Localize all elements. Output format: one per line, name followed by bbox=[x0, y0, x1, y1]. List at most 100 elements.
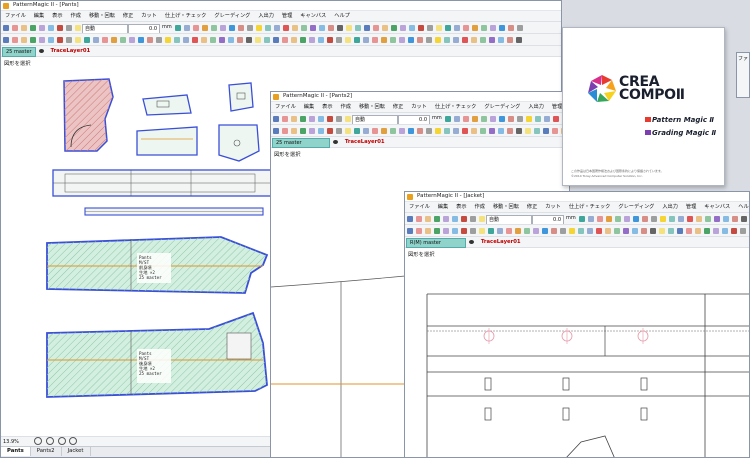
menu-item[interactable]: グレーディング bbox=[210, 11, 254, 21]
toolbar-tool-icon[interactable] bbox=[676, 227, 683, 234]
toolbar-tool-icon[interactable] bbox=[622, 227, 629, 234]
toolbar-tool-icon[interactable] bbox=[20, 24, 27, 31]
toolbar-tool-icon[interactable] bbox=[642, 215, 649, 222]
toolbar-tool-icon[interactable] bbox=[400, 24, 407, 31]
back-pocket-piece[interactable] bbox=[218, 124, 260, 162]
toolbar-tool-icon[interactable] bbox=[182, 36, 189, 43]
toolbar-tool-icon[interactable] bbox=[532, 227, 539, 234]
toolbar-tool-icon[interactable] bbox=[451, 215, 458, 222]
toolbar-tool-icon[interactable] bbox=[604, 227, 611, 234]
toolbar-tool-icon[interactable] bbox=[380, 36, 387, 43]
toolbar-tool-icon[interactable] bbox=[371, 36, 378, 43]
small-piece-2[interactable] bbox=[228, 82, 254, 112]
toolbar-tool-icon[interactable] bbox=[559, 227, 566, 234]
document-tab[interactable]: Pants2 bbox=[31, 447, 62, 456]
toolbar-tool-icon[interactable] bbox=[517, 115, 524, 122]
toolbar-tool-icon[interactable] bbox=[65, 24, 72, 31]
toolbar-tool-icon[interactable] bbox=[678, 215, 685, 222]
toolbar-tool-icon[interactable] bbox=[508, 115, 515, 122]
menu-item[interactable]: 入出力 bbox=[254, 11, 278, 21]
toolbar-tool-icon[interactable] bbox=[283, 24, 290, 31]
window-title-bar[interactable]: PatternMagic II - [Jacket] bbox=[405, 192, 749, 202]
toolbar-tool-icon[interactable] bbox=[526, 115, 533, 122]
toolbar-tool-icon[interactable] bbox=[398, 36, 405, 43]
toolbar-tool-icon[interactable] bbox=[335, 115, 342, 122]
toolbar-tool-icon[interactable] bbox=[427, 24, 434, 31]
toolbar-tool-icon[interactable] bbox=[317, 127, 324, 134]
toolbar-tool-icon[interactable] bbox=[694, 227, 701, 234]
toolbar-tool-icon[interactable] bbox=[290, 127, 297, 134]
toolbar-tool-icon[interactable] bbox=[353, 127, 360, 134]
layer-eye-icon[interactable] bbox=[333, 140, 339, 144]
toolbar-tool-icon[interactable] bbox=[2, 24, 9, 31]
toolbar-tool-icon[interactable] bbox=[597, 215, 604, 222]
toolbar-tool-icon[interactable] bbox=[382, 24, 389, 31]
toolbar-tool-icon[interactable] bbox=[461, 36, 468, 43]
toolbar-tool-icon[interactable] bbox=[265, 24, 272, 31]
toolbar-tool-icon[interactable] bbox=[193, 24, 200, 31]
toolbar-tool-icon[interactable] bbox=[229, 24, 236, 31]
toolbar-tool-icon[interactable] bbox=[146, 36, 153, 43]
toolbar-tool-icon[interactable] bbox=[301, 24, 308, 31]
toolbar-tool-icon[interactable] bbox=[445, 115, 452, 122]
pattern-canvas[interactable]: Pants M/ST 前身頃生地 ×2 25 master Pants M/ST 後身頃生… bbox=[1, 67, 273, 424]
toolbar-tool-icon[interactable] bbox=[308, 36, 315, 43]
zoom-all-icon[interactable] bbox=[69, 437, 78, 445]
toolbar-tool-icon[interactable] bbox=[409, 24, 416, 31]
toolbar-tool-icon[interactable] bbox=[281, 127, 288, 134]
toolbar-tool-icon[interactable] bbox=[568, 227, 575, 234]
toolbar-tool-icon[interactable] bbox=[29, 36, 36, 43]
toolbar-tool-icon[interactable] bbox=[696, 215, 703, 222]
toolbar-tool-icon[interactable] bbox=[364, 24, 371, 31]
master-select[interactable]: 25 master bbox=[2, 47, 36, 57]
toolbar-tool-icon[interactable] bbox=[326, 115, 333, 122]
toolbar-tool-icon[interactable] bbox=[335, 127, 342, 134]
toolbar-tool-icon[interactable] bbox=[47, 24, 54, 31]
toolbar-tool-icon[interactable] bbox=[128, 36, 135, 43]
toolbar-tool-icon[interactable] bbox=[254, 36, 261, 43]
layer-eye-icon[interactable] bbox=[39, 49, 45, 53]
toolbar-tool-icon[interactable] bbox=[442, 227, 449, 234]
toolbar-tool-icon[interactable] bbox=[551, 127, 558, 134]
toolbar-tool-icon[interactable] bbox=[463, 115, 470, 122]
toolbar-tool-icon[interactable] bbox=[469, 227, 476, 234]
toolbar-tool-icon[interactable] bbox=[470, 36, 477, 43]
toolbar-tool-icon[interactable] bbox=[595, 227, 602, 234]
zoom-out-icon[interactable] bbox=[46, 437, 55, 445]
menu-item[interactable]: 作成 bbox=[471, 202, 489, 212]
toolbar-tool-icon[interactable] bbox=[391, 24, 398, 31]
toolbar-tool-icon[interactable] bbox=[481, 115, 488, 122]
toolbar-tool-icon[interactable] bbox=[2, 36, 9, 43]
toolbar-tool-icon[interactable] bbox=[550, 227, 557, 234]
toolbar-tool-icon[interactable] bbox=[505, 227, 512, 234]
menu-item[interactable]: 修正 bbox=[119, 11, 137, 21]
toolbar-tool-icon[interactable] bbox=[425, 36, 432, 43]
zoom-in-icon[interactable] bbox=[34, 437, 43, 445]
master-select[interactable]: 25 master bbox=[272, 138, 330, 148]
menu-item[interactable]: キャンバス bbox=[296, 11, 330, 21]
toolbar-tool-icon[interactable] bbox=[508, 24, 515, 31]
toolbar-tool-icon[interactable] bbox=[247, 24, 254, 31]
toolbar-tool-icon[interactable] bbox=[344, 36, 351, 43]
toolbar-tool-icon[interactable] bbox=[703, 227, 710, 234]
menu-item[interactable]: 仕上げ・チェック bbox=[161, 11, 211, 21]
toolbar-tool-icon[interactable] bbox=[723, 215, 730, 222]
toolbar-tool-icon[interactable] bbox=[326, 127, 333, 134]
toolbar-tool-icon[interactable] bbox=[470, 127, 477, 134]
menu-item[interactable]: 管理 bbox=[278, 11, 296, 21]
toolbar-tool-icon[interactable] bbox=[463, 24, 470, 31]
toolbar-tool-icon[interactable] bbox=[211, 24, 218, 31]
back-pants-piece[interactable]: Pants M/ST 後身頃生地 ×2 25 master bbox=[46, 311, 268, 398]
toolbar-tool-icon[interactable] bbox=[739, 227, 746, 234]
toolbar-tool-icon[interactable] bbox=[317, 36, 324, 43]
menu-item[interactable]: 移動・回転 bbox=[489, 202, 523, 212]
toolbar-tool-icon[interactable] bbox=[496, 227, 503, 234]
toolbar-tool-icon[interactable] bbox=[436, 24, 443, 31]
toolbar-tool-icon[interactable] bbox=[442, 215, 449, 222]
toolbar-tool-icon[interactable] bbox=[272, 36, 279, 43]
toolbar-tool-icon[interactable] bbox=[56, 24, 63, 31]
size-input[interactable]: 0.0 bbox=[398, 114, 430, 124]
mode-select[interactable]: 自動 bbox=[486, 214, 532, 224]
toolbar-tool-icon[interactable] bbox=[730, 227, 737, 234]
toolbar-tool-icon[interactable] bbox=[499, 24, 506, 31]
